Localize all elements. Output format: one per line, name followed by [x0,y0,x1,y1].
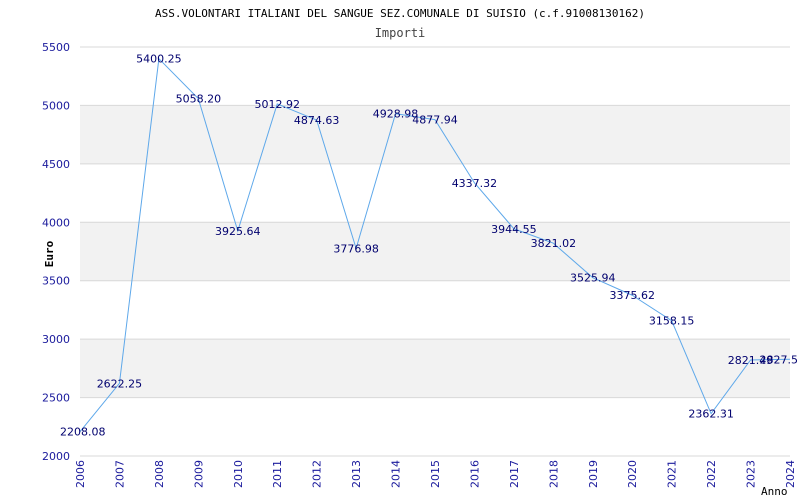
grid-band [80,222,790,281]
x-tick-label: 2010 [232,460,245,488]
chart-title: ASS.VOLONTARI ITALIANI DEL SANGUE SEZ.CO… [155,7,645,20]
x-tick-labels: 2006 2007 2008 2009 2010 2011 2012 2013 2014 2015… [74,460,797,488]
x-tick-label: 2017 [508,460,521,488]
y-axis-label: Euro [43,240,56,267]
data-label: 3158.15 [649,315,695,328]
data-label: 5400.25 [136,53,182,66]
data-label: 3776.98 [333,242,379,255]
y-tick-label: 2500 [42,392,70,405]
chart-subtitle: Importi [375,26,426,40]
x-tick-label: 2023 [745,460,758,488]
x-tick-label: 2016 [468,460,481,488]
y-tick-label: 5000 [42,99,70,112]
x-tick-label: 2019 [587,460,600,488]
x-tick-label: 2015 [429,460,442,488]
x-tick-label: 2011 [271,460,284,488]
grid-bands [80,105,790,398]
x-tick-label: 2014 [390,460,403,488]
x-tick-label: 2020 [626,460,639,488]
data-label: 4877.94 [412,114,458,127]
line-chart: ASS.VOLONTARI ITALIANI DEL SANGUE SEZ.CO… [42,7,799,498]
data-label: 3925.64 [215,225,261,238]
x-tick-label: 2008 [153,460,166,488]
x-tick-label: 2024 [784,460,797,488]
y-tick-label: 3500 [42,275,70,288]
data-label: 5058.20 [176,93,222,106]
data-label: 2622.25 [97,377,143,390]
y-tick-label: 5500 [42,41,70,54]
y-tick-label: 4000 [42,216,70,229]
y-tick-label: 3000 [42,333,70,346]
x-tick-label: 2013 [350,460,363,488]
data-label: 2827.5 [760,353,799,366]
x-tick-label: 2006 [74,460,87,488]
data-label: 3375.62 [609,289,655,302]
data-label: 4874.63 [294,114,340,127]
x-tick-label: 2021 [666,460,679,488]
data-label: 2208.08 [60,426,106,439]
x-tick-label: 2012 [311,460,324,488]
x-tick-label: 2007 [113,460,126,488]
x-tick-label: 2022 [705,460,718,488]
y-tick-label: 2000 [42,450,70,463]
data-label: 2362.31 [688,408,734,421]
data-label: 5012.92 [254,98,300,111]
y-tick-label: 4500 [42,158,70,171]
data-label: 3944.55 [491,223,537,236]
x-tick-label: 2009 [192,460,205,488]
x-tick-label: 2018 [547,460,560,488]
data-label: 4337.32 [452,177,498,190]
data-label: 3525.94 [570,272,616,285]
data-label: 3821.02 [531,237,577,250]
